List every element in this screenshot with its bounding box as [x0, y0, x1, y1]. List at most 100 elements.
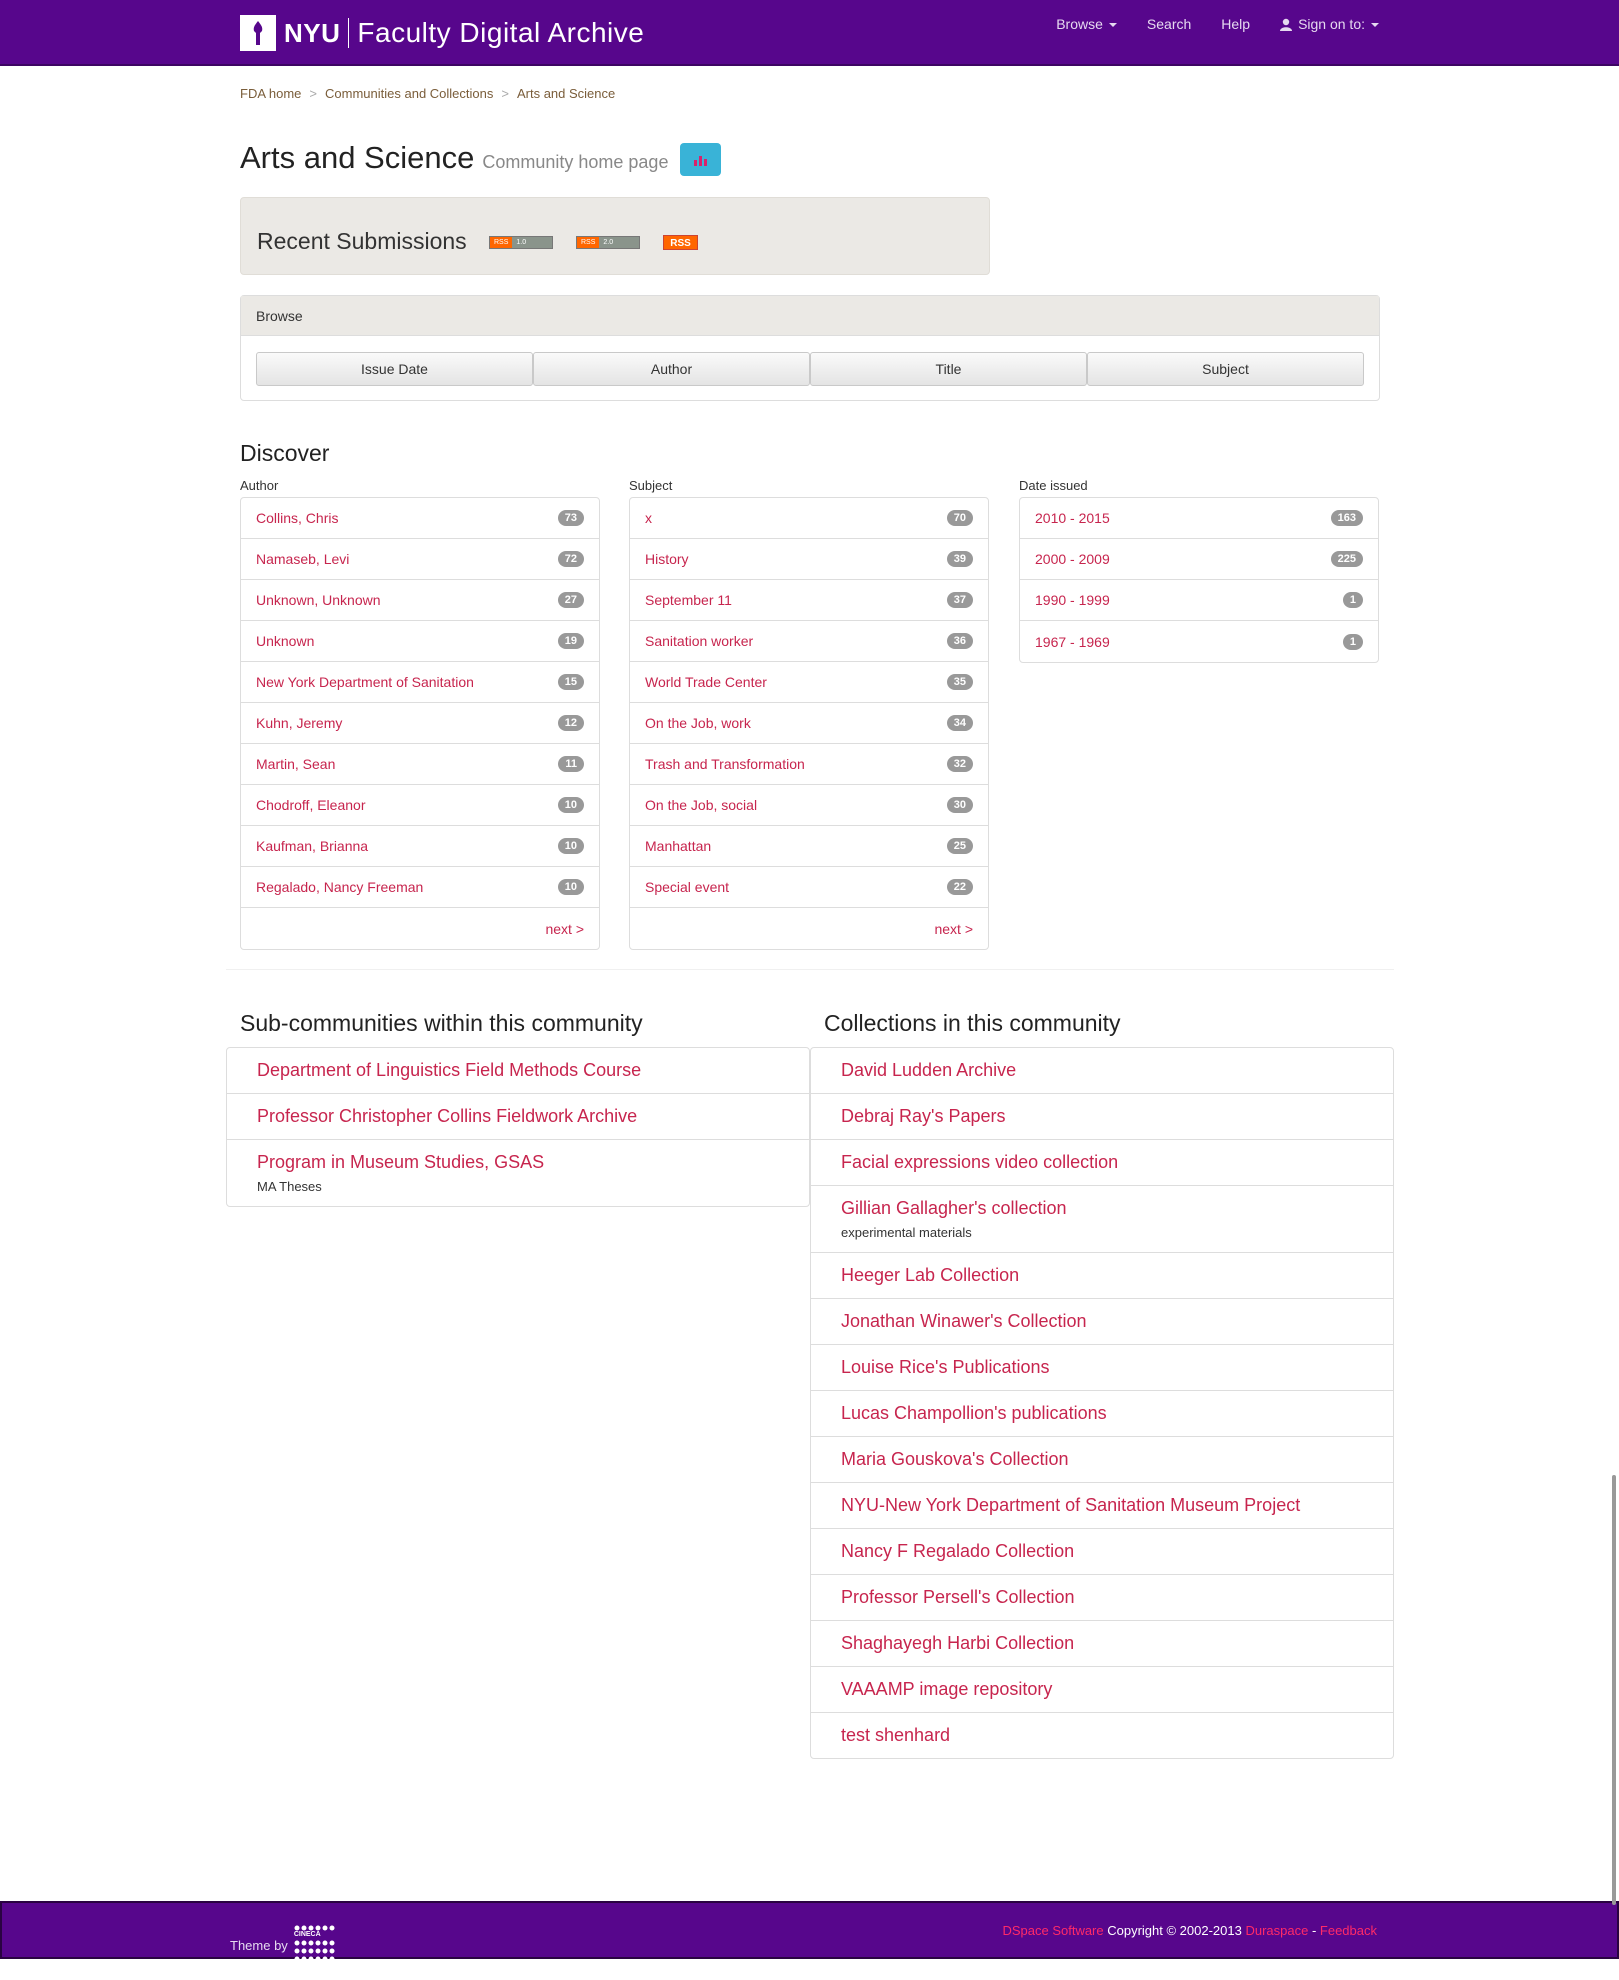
facet-item[interactable]: Unknown, Unknown 27: [241, 580, 599, 621]
breadcrumb-separator: >: [309, 86, 318, 101]
facet-item[interactable]: Manhattan 25: [630, 826, 988, 867]
facet-item[interactable]: Chodroff, Eleanor 10: [241, 785, 599, 826]
count-badge: 27: [557, 592, 584, 608]
count-badge: 1: [1342, 592, 1363, 608]
facet-item[interactable]: History 39: [630, 539, 988, 580]
facet-item[interactable]: 1967 - 1969 1: [1020, 621, 1378, 662]
browse-panel: Browse Issue Date Author Title Subject: [240, 295, 1380, 401]
brand-logo[interactable]: NYU Faculty Digital Archive: [240, 15, 644, 51]
facet-item[interactable]: Collins, Chris 73: [241, 498, 599, 539]
stats-bar-icon: [704, 159, 707, 166]
facet-item[interactable]: Sanitation worker 36: [630, 621, 988, 662]
nav-signin[interactable]: Sign on to:: [1280, 16, 1379, 32]
top-navbar: NYU Faculty Digital Archive Browse Searc…: [0, 0, 1619, 66]
collection-link[interactable]: Nancy F Regalado Collection: [841, 1541, 1363, 1562]
facet-item[interactable]: Unknown 19: [241, 621, 599, 662]
facet-item[interactable]: Trash and Transformation 32: [630, 744, 988, 785]
collection-link[interactable]: Louise Rice's Publications: [841, 1357, 1363, 1378]
page-subtitle: Community home page: [482, 152, 669, 172]
facet-item[interactable]: 1990 - 1999 1: [1020, 580, 1378, 621]
facet-item[interactable]: Kaufman, Brianna 10: [241, 826, 599, 867]
collection-link[interactable]: Heeger Lab Collection: [841, 1265, 1363, 1286]
count-badge: 10: [557, 797, 584, 813]
top-nav: Browse Search Help Sign on to:: [1056, 16, 1379, 32]
nav-signin-label: Sign on to:: [1298, 16, 1365, 32]
facet-author-label: Author: [240, 478, 279, 493]
facet-item-label: Namaseb, Levi: [256, 551, 350, 567]
vertical-scrollbar[interactable]: [1612, 1475, 1616, 1905]
cineca-mark-icon: [294, 1925, 335, 1962]
footer: Theme by CINECA DSpace Software Copyrigh…: [0, 1901, 1619, 1962]
nav-browse[interactable]: Browse: [1056, 16, 1117, 32]
subcommunity-link[interactable]: Program in Museum Studies, GSAS: [257, 1152, 779, 1173]
facet-item[interactable]: World Trade Center 35: [630, 662, 988, 703]
facet-item[interactable]: Martin, Sean 11: [241, 744, 599, 785]
collection-link[interactable]: Debraj Ray's Papers: [841, 1106, 1363, 1127]
collection-link[interactable]: Professor Persell's Collection: [841, 1587, 1363, 1608]
facet-item-label: History: [645, 551, 689, 567]
browse-author-button[interactable]: Author: [533, 352, 810, 386]
dspace-link[interactable]: DSpace Software: [1002, 1923, 1103, 1938]
breadcrumb-home[interactable]: FDA home: [240, 86, 301, 101]
recent-submissions-title: Recent Submissions: [257, 228, 467, 254]
discover-title: Discover: [240, 440, 330, 466]
collection-link[interactable]: Lucas Champollion's publications: [841, 1403, 1363, 1424]
nav-search[interactable]: Search: [1147, 16, 1191, 32]
list-item: Louise Rice's Publications: [811, 1345, 1393, 1391]
rss-atom-badge[interactable]: RSS: [663, 235, 698, 250]
list-item: Department of Linguistics Field Methods …: [227, 1048, 809, 1094]
facet-item[interactable]: Regalado, Nancy Freeman 10: [241, 867, 599, 908]
rss-2-badge[interactable]: RSS 2.0: [576, 236, 641, 249]
subcommunity-link[interactable]: Department of Linguistics Field Methods …: [257, 1060, 779, 1081]
browse-issue-date-button[interactable]: Issue Date: [256, 352, 533, 386]
nav-help[interactable]: Help: [1221, 16, 1250, 32]
facet-item[interactable]: Namaseb, Levi 72: [241, 539, 599, 580]
facet-item[interactable]: On the Job, social 30: [630, 785, 988, 826]
collection-link[interactable]: Gillian Gallagher's collection: [841, 1198, 1363, 1219]
caret-down-icon: [1371, 23, 1379, 27]
facet-next-link[interactable]: next >: [630, 908, 988, 949]
subcommunity-link[interactable]: Professor Christopher Collins Fieldwork …: [257, 1106, 779, 1127]
facet-item[interactable]: On the Job, work 34: [630, 703, 988, 744]
collection-link[interactable]: VAAAMP image repository: [841, 1679, 1363, 1700]
facet-item[interactable]: September 11 37: [630, 580, 988, 621]
facet-item[interactable]: Kuhn, Jeremy 12: [241, 703, 599, 744]
facet-item[interactable]: 2000 - 2009 225: [1020, 539, 1378, 580]
facet-item-label: 2010 - 2015: [1035, 510, 1110, 526]
collection-link[interactable]: Facial expressions video collection: [841, 1152, 1363, 1173]
rss-1-left: RSS: [490, 237, 513, 248]
breadcrumb-communities[interactable]: Communities and Collections: [325, 86, 493, 101]
collection-link[interactable]: Shaghayegh Harbi Collection: [841, 1633, 1363, 1654]
breadcrumb-separator: >: [501, 86, 509, 101]
facet-item-label: Sanitation worker: [645, 633, 754, 649]
collection-link[interactable]: David Ludden Archive: [841, 1060, 1363, 1081]
breadcrumb-current[interactable]: Arts and Science: [517, 86, 615, 101]
duraspace-link[interactable]: Duraspace: [1245, 1923, 1308, 1938]
subcommunity-description: MA Theses: [257, 1179, 322, 1194]
count-badge: 34: [946, 715, 973, 731]
facet-item[interactable]: Special event 22: [630, 867, 988, 908]
rss-2-right: 2.0: [599, 237, 640, 248]
feedback-link[interactable]: Feedback: [1320, 1923, 1377, 1938]
facet-item-label: Chodroff, Eleanor: [256, 797, 366, 813]
rss-1-badge[interactable]: RSS 1.0: [489, 236, 554, 249]
statistics-button[interactable]: [680, 143, 721, 176]
browse-subject-button[interactable]: Subject: [1087, 352, 1364, 386]
collection-link[interactable]: NYU-New York Department of Sanitation Mu…: [841, 1495, 1363, 1516]
facet-next-link[interactable]: next >: [241, 908, 599, 949]
count-badge: 19: [557, 633, 584, 649]
list-item: Maria Gouskova's Collection: [811, 1437, 1393, 1483]
facet-item[interactable]: 2010 - 2015 163: [1020, 498, 1378, 539]
facet-item-label: 1967 - 1969: [1035, 633, 1110, 650]
browse-title-button[interactable]: Title: [810, 352, 1087, 386]
list-item: Shaghayegh Harbi Collection: [811, 1621, 1393, 1667]
facet-item[interactable]: New York Department of Sanitation 15: [241, 662, 599, 703]
facet-item[interactable]: x 70: [630, 498, 988, 539]
footer-copyright: DSpace Software Copyright © 2002-2013 Du…: [1002, 1923, 1377, 1938]
collection-link[interactable]: Maria Gouskova's Collection: [841, 1449, 1363, 1470]
subcommunities-title: Sub-communities within this community: [240, 1010, 643, 1036]
collection-link[interactable]: test shenhard: [841, 1725, 1363, 1746]
collection-link[interactable]: Jonathan Winawer's Collection: [841, 1311, 1363, 1332]
cineca-logo[interactable]: CINECA: [292, 1923, 336, 1967]
count-badge: 37: [946, 592, 973, 608]
